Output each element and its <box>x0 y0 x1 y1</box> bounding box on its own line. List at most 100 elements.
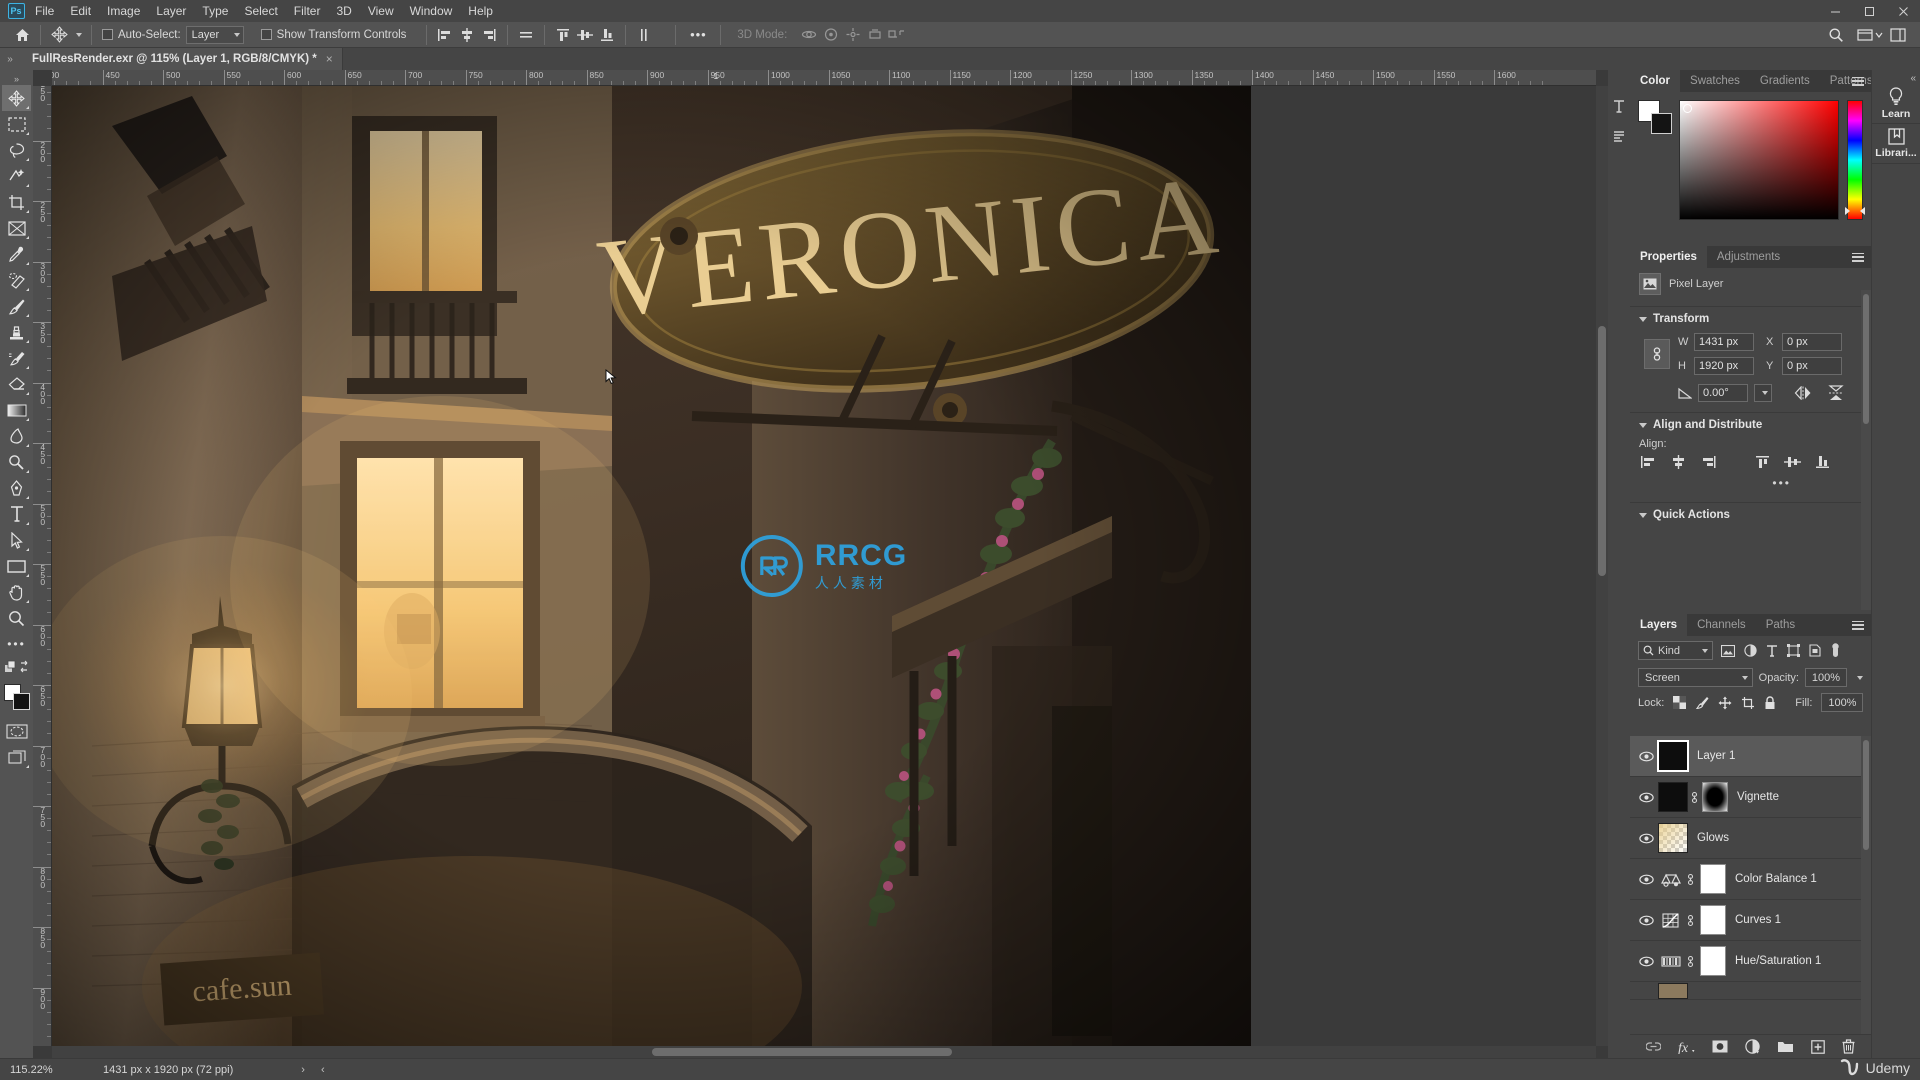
image-viewport[interactable]: cafe.sun VERONICA <box>52 86 1596 1046</box>
tab-adjustments[interactable]: Adjustments <box>1706 246 1791 268</box>
eraser-tool[interactable] <box>2 371 31 397</box>
toolbar-grabber[interactable]: » <box>0 73 33 85</box>
hue-slider-handle-right[interactable] <box>1860 207 1865 215</box>
layer-thumbnail[interactable] <box>1657 740 1689 772</box>
table-row[interactable]: Hue/Saturation 1 <box>1630 941 1871 982</box>
lasso-tool[interactable] <box>2 137 31 163</box>
layer-name[interactable]: Curves 1 <box>1735 914 1781 926</box>
menu-image[interactable]: Image <box>99 0 148 22</box>
link-mask-icon[interactable] <box>1684 955 1696 968</box>
layers-scrollbar[interactable] <box>1861 736 1871 1034</box>
hue-slider[interactable] <box>1845 100 1865 220</box>
workspace-switcher-icon[interactable] <box>1887 25 1909 45</box>
scale-3d-icon[interactable] <box>886 25 908 45</box>
tab-layers[interactable]: Layers <box>1630 614 1688 636</box>
layer-visibility-toggle[interactable] <box>1634 915 1658 926</box>
layer-thumbnail[interactable] <box>1658 823 1688 853</box>
link-mask-icon[interactable] <box>1684 914 1696 927</box>
table-row[interactable] <box>1630 982 1871 1000</box>
layer-filter-kind-dropdown[interactable]: Kind <box>1638 641 1713 660</box>
default-colors-and-swap[interactable] <box>2 657 31 679</box>
link-mask-icon[interactable] <box>1684 873 1696 886</box>
hue-saturation-icon[interactable] <box>1658 948 1684 974</box>
align-left-edges-button[interactable] <box>1639 454 1657 470</box>
align-horizontal-centers-icon[interactable] <box>456 25 478 45</box>
maximize-button[interactable] <box>1852 0 1886 22</box>
scrollbar-thumb[interactable] <box>1863 740 1869 850</box>
layer-mask-thumbnail[interactable] <box>1702 782 1728 812</box>
y-field[interactable]: 0 px <box>1782 357 1842 375</box>
search-icon[interactable] <box>1825 25 1847 45</box>
document-tab[interactable]: FullResRender.exr @ 115% (Layer 1, RGB/8… <box>20 48 343 70</box>
lock-all-icon[interactable] <box>1764 695 1776 710</box>
table-row[interactable]: Color Balance 1 <box>1630 859 1871 900</box>
lock-position-icon[interactable] <box>1718 696 1732 710</box>
color-swatch-stack[interactable] <box>1638 100 1672 134</box>
filter-toggle-icon[interactable] <box>1830 643 1841 658</box>
lock-image-pixels-icon[interactable] <box>1695 696 1709 710</box>
transform-section-header[interactable]: Transform <box>1630 307 1871 327</box>
table-row[interactable]: Layer 1 <box>1630 736 1871 777</box>
roll-3d-icon[interactable] <box>820 25 842 45</box>
pan-3d-icon[interactable] <box>842 25 864 45</box>
zoom-tool[interactable] <box>2 605 31 631</box>
properties-scrollbar[interactable] <box>1861 290 1871 610</box>
opacity-chevron-icon[interactable] <box>1857 675 1863 680</box>
object-selection-tool[interactable] <box>2 163 31 189</box>
height-field[interactable]: 1920 px <box>1694 357 1754 375</box>
auto-select-checkbox[interactable]: Auto-Select: <box>99 22 184 48</box>
align-bottom-edges-icon[interactable] <box>596 25 618 45</box>
menu-view[interactable]: View <box>360 0 402 22</box>
layer-list[interactable]: Layer 1 Vignette Glows Color Balance 1 C… <box>1630 736 1871 1034</box>
flip-vertical-icon[interactable] <box>1828 385 1844 401</box>
distribute-vertical-icon[interactable] <box>633 25 655 45</box>
align-right-edges-button[interactable] <box>1699 454 1717 470</box>
document-dimensions[interactable]: 1431 px x 1920 px (72 ppi) <box>85 1064 233 1076</box>
layer-visibility-toggle[interactable] <box>1634 874 1658 885</box>
frame-tool[interactable] <box>2 215 31 241</box>
move-tool[interactable] <box>2 85 31 111</box>
menu-select[interactable]: Select <box>236 0 285 22</box>
layer-mask-thumbnail[interactable] <box>1700 946 1726 976</box>
spot-healing-brush-tool[interactable] <box>2 267 31 293</box>
orbit-3d-icon[interactable] <box>798 25 820 45</box>
hand-tool[interactable] <box>2 579 31 605</box>
layer-style-fx-icon[interactable]: fx <box>1678 1040 1695 1054</box>
pixel-filter-icon[interactable] <box>1721 644 1735 657</box>
double-chevron-right-icon[interactable]: « <box>1910 73 1916 84</box>
background-color-swatch[interactable] <box>13 693 30 710</box>
rectangular-marquee-tool[interactable] <box>2 111 31 137</box>
home-icon[interactable] <box>11 25 33 45</box>
gradient-tool[interactable] <box>2 397 31 423</box>
tool-preset-chevron-icon[interactable] <box>70 25 84 45</box>
paragraph-panel-icon[interactable] <box>1608 122 1630 152</box>
x-field[interactable]: 0 px <box>1782 333 1842 351</box>
color-balance-icon[interactable] <box>1658 866 1684 892</box>
align-vertical-centers-button[interactable] <box>1783 454 1801 470</box>
canvas-horizontal-scrollbar[interactable] <box>52 1046 1596 1058</box>
canvas-vertical-scrollbar[interactable] <box>1596 86 1608 1046</box>
table-row[interactable]: Curves 1 <box>1630 900 1871 941</box>
arrange-documents-icon[interactable] <box>1853 25 1887 45</box>
layer-name[interactable]: Vignette <box>1737 791 1779 803</box>
align-bottom-edges-button[interactable] <box>1813 454 1831 470</box>
menu-edit[interactable]: Edit <box>62 0 99 22</box>
brush-tool[interactable] <box>2 293 31 319</box>
layer-visibility-toggle[interactable] <box>1634 956 1658 967</box>
crop-tool[interactable] <box>2 189 31 215</box>
menu-layer[interactable]: Layer <box>148 0 194 22</box>
layer-mask-thumbnail[interactable] <box>1700 905 1726 935</box>
align-vertical-centers-icon[interactable] <box>574 25 596 45</box>
panel-menu-icon[interactable] <box>1849 70 1867 92</box>
new-group-icon[interactable] <box>1777 1040 1794 1053</box>
background-color-swatch[interactable] <box>1651 113 1672 134</box>
align-more-button[interactable]: ••• <box>1630 474 1871 496</box>
align-right-edges-icon[interactable] <box>478 25 500 45</box>
layer-visibility-toggle[interactable] <box>1634 751 1658 762</box>
saturation-value-field[interactable] <box>1679 100 1840 220</box>
new-layer-icon[interactable] <box>1811 1039 1825 1054</box>
eyedropper-tool[interactable] <box>2 241 31 267</box>
tab-color[interactable]: Color <box>1630 70 1681 92</box>
artwork-image[interactable]: cafe.sun VERONICA <box>52 86 1251 1046</box>
color-picker-handle[interactable] <box>1683 104 1693 113</box>
